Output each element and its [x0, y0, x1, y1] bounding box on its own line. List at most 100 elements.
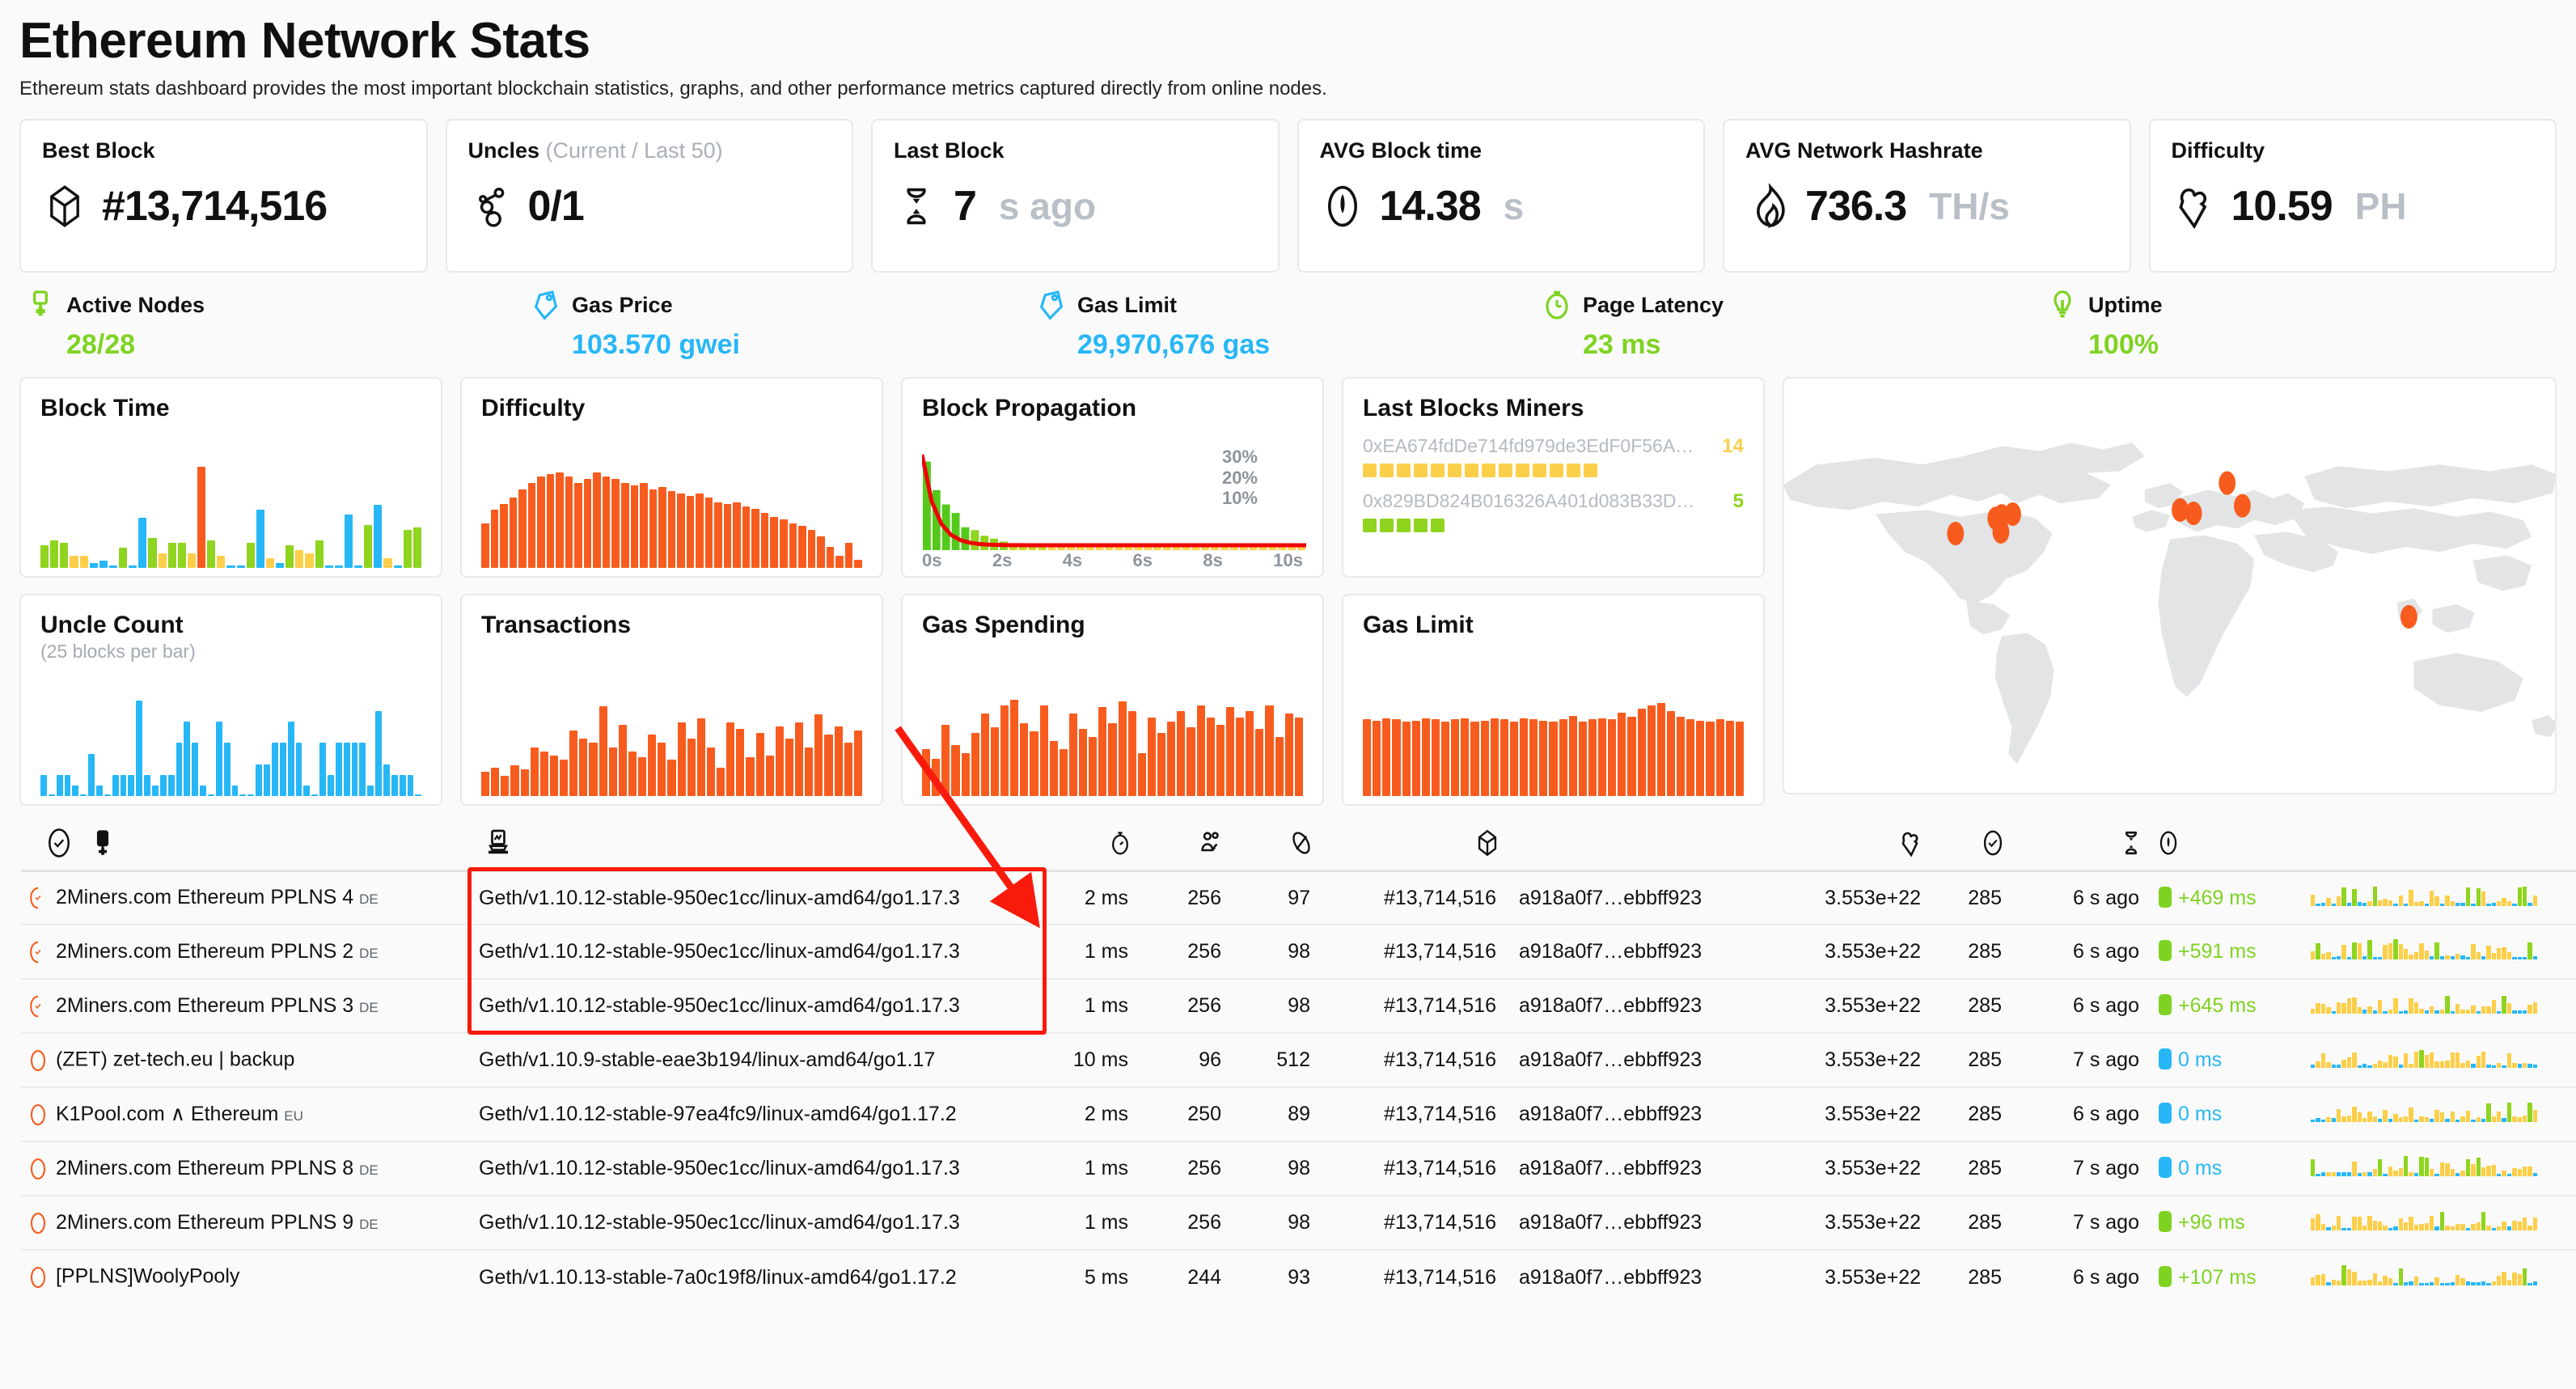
stat-card-avg-network-hashrate[interactable]: AVG Network Hashrate736.3TH/s — [1723, 119, 2131, 273]
spark-bar — [2358, 902, 2362, 906]
th-uptime-latency[interactable] — [2549, 820, 2576, 870]
table-row[interactable]: 2Miners.com Ethereum PPLNS 4 DEGeth/v1.1… — [21, 870, 2576, 925]
spark-bar — [2451, 1282, 2455, 1285]
spark-bar — [2367, 1172, 2371, 1176]
bar — [328, 775, 334, 796]
chart-card-last-blocks-miners[interactable]: Last Blocks Miners 0xEA674fdDe714fd979de… — [1342, 377, 1765, 578]
spark-bar — [2507, 1003, 2511, 1014]
spark-bar — [2518, 887, 2522, 906]
spark-bar — [2341, 1228, 2345, 1230]
stat-unit: PH — [2355, 184, 2407, 228]
table-row[interactable]: K1Pool.com ∧ Ethereum EUGeth/v1.10.12-st… — [21, 1087, 2576, 1141]
bar — [677, 493, 685, 568]
table-row[interactable]: 2Miners.com Ethereum PPLNS 9 DEGeth/v1.1… — [21, 1196, 2576, 1250]
spark-bar — [2316, 904, 2320, 906]
table-row[interactable]: 2Miners.com Ethereum PPLNS 2 DEGeth/v1.1… — [21, 925, 2576, 979]
chart-card-gas-limit[interactable]: Gas Limit — [1342, 594, 1765, 806]
spark-bar — [2492, 1165, 2496, 1176]
gas-spending-bars — [922, 689, 1303, 796]
table-row[interactable]: 2Miners.com Ethereum PPLNS 8 DEGeth/v1.1… — [21, 1141, 2576, 1196]
cell-propagation-chart — [2306, 1141, 2549, 1196]
bar — [726, 722, 734, 796]
th-node[interactable] — [21, 820, 474, 870]
cell-node: (ZET) zet-tech.eu | backup — [21, 1033, 474, 1087]
spark-bar — [2373, 957, 2377, 959]
spark-bar — [2316, 1174, 2320, 1176]
mini-stat-active-nodes[interactable]: Active Nodes28/28 — [24, 289, 530, 361]
stat-card-uncles[interactable]: Uncles (Current / Last 50)0/1 — [446, 119, 854, 273]
block-icon — [42, 181, 87, 231]
cell-version: Geth/v1.10.12-stable-950ec1cc/linux-amd6… — [474, 1196, 1040, 1250]
spark-bar — [2347, 957, 2351, 959]
spark-bar — [2466, 1061, 2470, 1068]
th-pending[interactable] — [1226, 820, 1315, 870]
spark-bar — [2373, 1221, 2377, 1230]
table-row[interactable]: (ZET) zet-tech.eu | backupGeth/v1.10.9-s… — [21, 1033, 2576, 1087]
spark-bar — [2321, 1172, 2325, 1176]
spark-bar — [2419, 1009, 2423, 1014]
mini-stat-uptime[interactable]: Uptime100% — [2046, 289, 2552, 361]
cell-age: 7 s ago — [2007, 1196, 2144, 1250]
bar — [845, 543, 853, 569]
th-difficulty[interactable] — [1744, 820, 1926, 870]
spark-bar — [2347, 903, 2351, 906]
spark-bar — [2512, 1010, 2516, 1014]
chart-card-transactions[interactable]: Transactions — [460, 594, 883, 806]
cell-propagation: +645 ms — [2144, 979, 2306, 1033]
spark-bar — [2502, 1065, 2506, 1068]
spark-bar — [2486, 1065, 2490, 1068]
th-block[interactable] — [1315, 820, 1501, 870]
miner-entry[interactable]: 0xEA674fdDe714fd979de3EdF0F56A…14 — [1363, 435, 1744, 477]
cell-peers: 250 — [1133, 1087, 1226, 1141]
table-row[interactable]: [PPLNS]WoolyPoolyGeth/v1.10.13-stable-7a… — [21, 1250, 2576, 1304]
th-propagation[interactable] — [2144, 820, 2306, 870]
th-hash[interactable] — [1501, 820, 1744, 870]
propagation-pill — [2159, 994, 2172, 1015]
spark-bar — [2404, 904, 2408, 906]
chart-card-difficulty[interactable]: Difficulty — [460, 377, 883, 578]
spark-bar — [2502, 947, 2506, 959]
spark-bar — [2326, 952, 2330, 959]
x-tick: 6s — [1133, 550, 1153, 571]
table-row[interactable]: 2Miners.com Ethereum PPLNS 3 DEGeth/v1.1… — [21, 979, 2576, 1033]
spark-bar — [2393, 904, 2397, 906]
bar — [1000, 705, 1009, 796]
spark-bar — [2425, 951, 2429, 959]
stat-card-last-block[interactable]: Last Block7s ago — [871, 119, 1280, 273]
spark-bar — [2440, 1212, 2444, 1230]
th-version[interactable] — [474, 820, 1040, 870]
th-last-block[interactable] — [2007, 820, 2144, 870]
th-txs[interactable] — [1926, 820, 2007, 870]
stat-card-best-block[interactable]: Best Block#13,714,516 — [19, 119, 428, 273]
mini-stat-gas-limit[interactable]: Gas Limit29,970,676 gas — [1035, 289, 1541, 361]
chart-card-uncle-count[interactable]: Uncle Count (25 blocks per bar) — [19, 594, 442, 806]
cell-age: 7 s ago — [2007, 1141, 2144, 1196]
bar — [1638, 709, 1646, 797]
stat-card-difficulty[interactable]: Difficulty10.59PH — [2149, 119, 2557, 273]
chart-card-gas-spending[interactable]: Gas Spending — [901, 594, 1324, 806]
th-peers[interactable] — [1133, 820, 1226, 870]
th-propagation-chart[interactable] — [2306, 820, 2549, 870]
x-tick: 10s — [1273, 550, 1303, 571]
mini-stat-gas-price[interactable]: Gas Price103.570 gwei — [530, 289, 1035, 361]
bar — [1716, 719, 1724, 796]
bar — [200, 786, 206, 796]
spark-bar — [2321, 954, 2325, 959]
mini-stat-page-latency[interactable]: Page Latency23 ms — [1541, 289, 2046, 361]
cell-hash: a918a0f7…ebbff923 — [1501, 979, 1744, 1033]
th-latency[interactable] — [1040, 820, 1133, 870]
spark-bar — [2399, 1011, 2403, 1014]
bar — [168, 775, 175, 796]
chart-card-block-time[interactable]: Block Time — [19, 377, 442, 578]
stat-card-avg-block-time[interactable]: AVG Block time14.38s — [1297, 119, 1706, 273]
miner-entry[interactable]: 0x829BD824B016326A401d083B33D…5 — [1363, 490, 1744, 532]
bar — [226, 565, 235, 568]
cell-pending: 93 — [1226, 1250, 1315, 1304]
spark-bar — [2460, 1063, 2464, 1068]
spark-bar — [2378, 957, 2382, 959]
propagation-x-ticks: 0s2s4s6s8s10s — [922, 550, 1303, 571]
chart-card-block-propagation[interactable]: Block Propagation 30%20%10% 0s2s4s6s8s10… — [901, 377, 1324, 578]
spark-bar — [2347, 1116, 2351, 1122]
node-world-map[interactable] — [1783, 377, 2557, 794]
spark-bar — [2347, 1228, 2351, 1230]
